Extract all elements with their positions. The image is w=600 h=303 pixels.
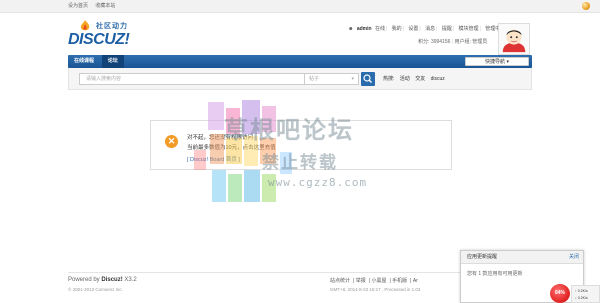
download-speed-value: 0.2K/s: [577, 296, 588, 300]
tab-forum[interactable]: 论坛: [101, 55, 124, 68]
search-button[interactable]: [361, 72, 375, 86]
menu-notices[interactable]: 提醒: [442, 26, 452, 32]
speed-ball[interactable]: 84%: [550, 284, 570, 303]
footer-link-mobile[interactable]: 手机版: [392, 278, 407, 284]
top-links: 设为首页 收藏本站: [68, 0, 600, 12]
chevron-down-icon: ▾: [506, 59, 509, 65]
avatar[interactable]: [498, 23, 530, 55]
hot-search-label: 热搜:: [383, 76, 395, 82]
user-icon: ☻: [348, 26, 354, 32]
skin-switch-icon[interactable]: [582, 2, 590, 10]
header: 社区动力 DISCUZ! ☻ admin 在线| 我的| 设置| 消息| 提醒|…: [0, 13, 600, 55]
menu-online[interactable]: 在线: [375, 26, 385, 32]
user-menu-row: ☻ admin 在线| 我的| 设置| 消息| 提醒| 模块管理| 管理中心| …: [346, 25, 522, 32]
site-logo[interactable]: 社区动力 DISCUZ!: [68, 17, 148, 53]
popup-header: 应用更新提醒 关闭: [461, 251, 583, 264]
main-nav: 在线课程 论坛 快捷导航 ▾: [68, 55, 532, 68]
quick-nav-label: 快捷导航: [485, 59, 506, 65]
board-home-link[interactable]: [ Discuz! Board 首页 ]: [187, 155, 240, 163]
brand-link[interactable]: Discuz!: [101, 277, 122, 283]
user-menu: ☻ admin 在线| 我的| 设置| 消息| 提醒| 模块管理| 管理中心| …: [346, 25, 522, 45]
popup-title: 应用更新提醒: [467, 254, 498, 260]
user-stats-row: 积分: 3994156 | 用户组: 管理员: [418, 39, 488, 45]
hot-word-link[interactable]: discuz: [431, 76, 445, 82]
footer-links: 站点统计 | 举报 | 小黑屋 | 手机版 | Ar: [330, 278, 418, 284]
watermark-url: www.cgzz8.com: [268, 176, 368, 189]
hot-word-link[interactable]: 交友: [415, 76, 425, 82]
logo-slogan: 社区动力: [96, 23, 128, 30]
set-homepage-link[interactable]: 设为首页: [68, 3, 88, 9]
menu-settings[interactable]: 设置: [408, 26, 418, 32]
tab-online-courses[interactable]: 在线课程: [68, 55, 100, 68]
gmt-processed: GMT+8, 2014-8-23 15:17 , Processed in 1.…: [330, 287, 421, 292]
search-type-select[interactable]: 帖子 ▾: [305, 73, 359, 85]
hot-search: 热搜: 活动 交友 discuz: [383, 75, 449, 82]
quick-nav-dropdown[interactable]: 快捷导航 ▾: [465, 57, 529, 66]
download-speed: ↓ 0.2K/s: [575, 296, 588, 300]
upload-speed: ↑ 0.2K/s: [575, 289, 588, 293]
top-bar: 设为首页 收藏本站: [0, 0, 600, 13]
bookmark-site-link[interactable]: 收藏本站: [95, 3, 115, 9]
username-link[interactable]: admin: [357, 26, 372, 32]
popup-close-button[interactable]: 关闭: [569, 251, 579, 264]
search-input[interactable]: 请输入搜索内容: [79, 73, 305, 85]
footer-link-stats[interactable]: 站点统计: [330, 278, 350, 284]
upload-speed-value: 0.2K/s: [577, 289, 588, 293]
powered-prefix: Powered by: [68, 277, 102, 283]
menu-messages[interactable]: 消息: [425, 26, 435, 32]
speed-info: ↑ 0.2K/s ↓ 0.2K/s: [571, 285, 600, 303]
popup-body[interactable]: 您有 1 款应用有可用更新: [461, 264, 583, 283]
search-bar: 请输入搜索内容 帖子 ▾ 热搜: 活动 交友 discuz: [68, 68, 532, 90]
footer-link-report[interactable]: 举报: [356, 278, 366, 284]
footer-link-blacklist[interactable]: 小黑屋: [371, 278, 386, 284]
search-type-label: 帖子: [309, 76, 320, 82]
menu-mine[interactable]: 我的: [392, 26, 402, 32]
version: X3.2: [122, 277, 137, 283]
chevron-down-icon: ▾: [351, 76, 354, 82]
menu-module-manage[interactable]: 模块管理: [459, 26, 479, 32]
group-label[interactable]: 用户组: 管理员: [455, 39, 488, 45]
avatar-face-icon: [499, 24, 529, 54]
logo-name: DISCUZ!: [68, 31, 130, 48]
search-icon: [363, 74, 372, 83]
error-icon: ✕: [165, 135, 178, 148]
hot-word-link[interactable]: 活动: [400, 76, 410, 82]
footer-link-archiver[interactable]: Ar: [413, 278, 418, 284]
points-label[interactable]: 积分: 3994156: [418, 39, 450, 45]
watermark-title: 草根吧论坛: [224, 115, 354, 144]
watermark-subtitle: 禁止转载: [262, 153, 338, 173]
